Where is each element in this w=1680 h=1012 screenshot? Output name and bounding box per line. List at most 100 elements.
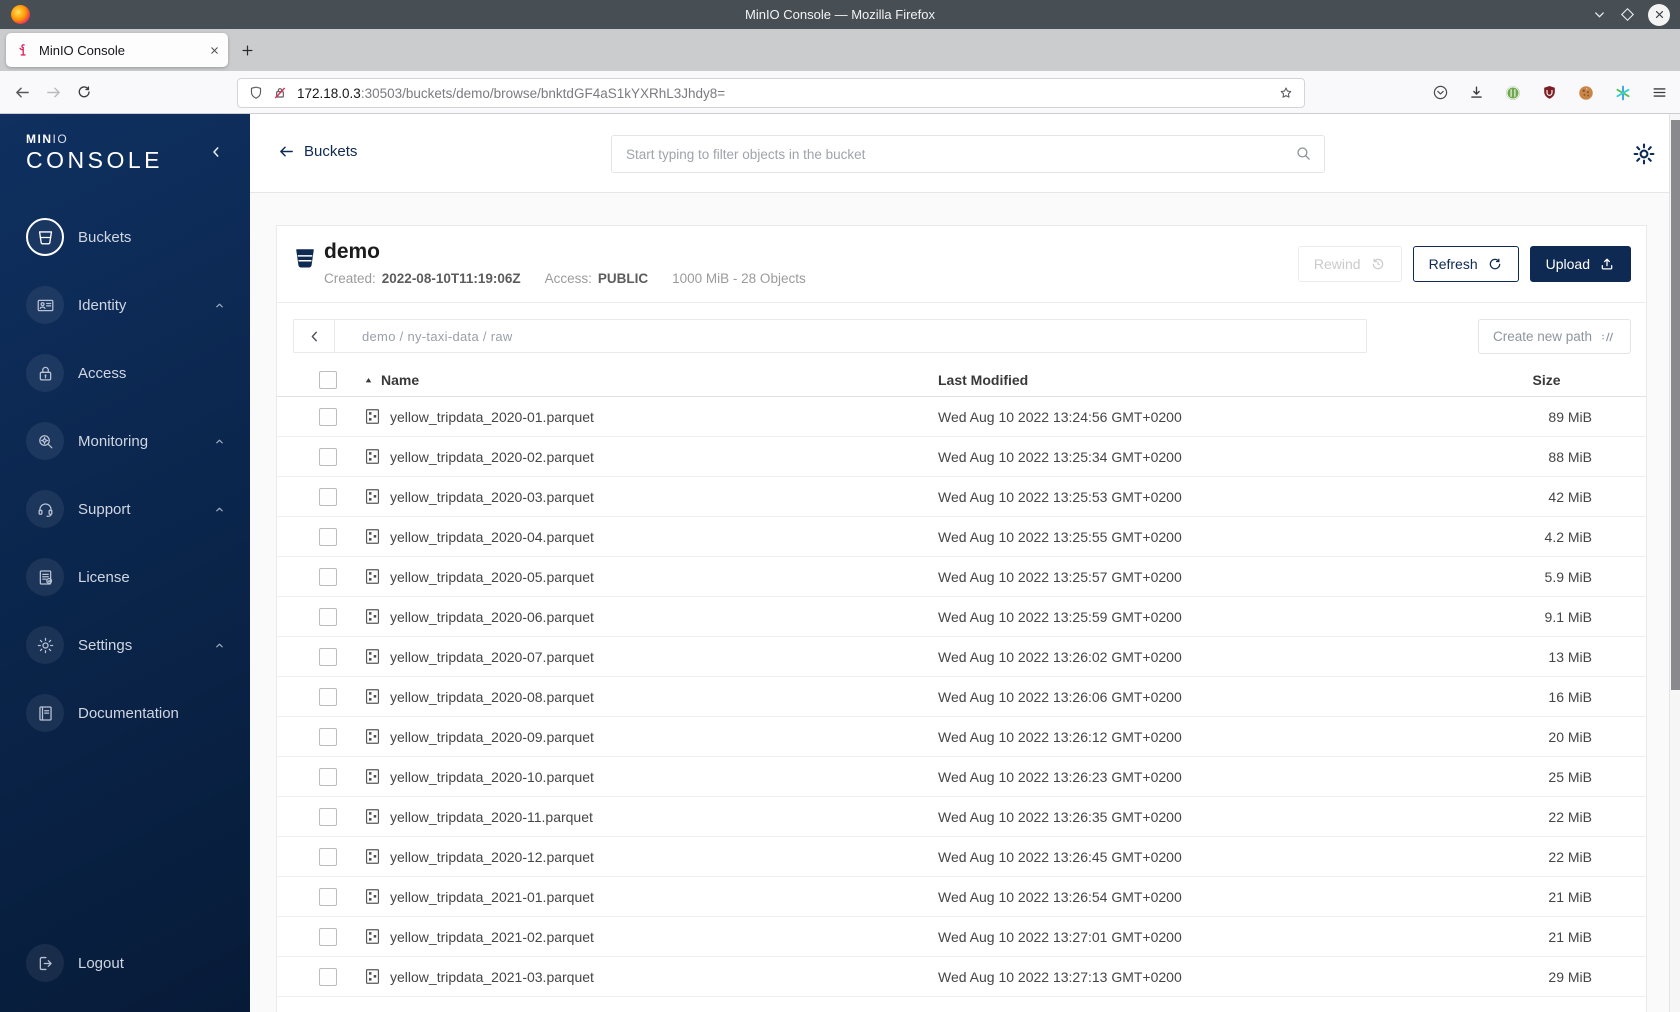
download-icon[interactable] — [1468, 84, 1485, 101]
chevron-up-icon[interactable] — [213, 503, 226, 516]
object-name-cell[interactable]: yellow_tripdata_2020-07.parquet — [363, 647, 914, 666]
table-row[interactable]: yellow_tripdata_2021-03.parquet Wed Aug … — [277, 957, 1646, 997]
extension-asterisk-icon[interactable] — [1614, 84, 1632, 102]
minimize-icon[interactable] — [1592, 7, 1607, 22]
upload-button[interactable]: Upload — [1529, 246, 1631, 282]
sidebar-item[interactable]: Support — [0, 490, 250, 528]
row-checkbox[interactable] — [319, 447, 337, 466]
table-row[interactable]: yellow_tripdata_2021-01.parquet Wed Aug … — [277, 877, 1646, 917]
object-name-cell[interactable]: yellow_tripdata_2020-04.parquet — [363, 527, 914, 546]
rewind-button[interactable]: Rewind — [1297, 246, 1402, 282]
table-row[interactable]: yellow_tripdata_2020-11.parquet Wed Aug … — [277, 797, 1646, 837]
column-header-size[interactable]: Size — [1501, 372, 1592, 388]
object-name-cell[interactable]: yellow_tripdata_2020-03.parquet — [363, 487, 914, 506]
object-name-cell[interactable]: yellow_tripdata_2021-03.parquet — [363, 967, 914, 986]
sidebar: MINIO CONSOLE Buckets Identity Access Mo… — [0, 114, 250, 1012]
chevron-up-icon[interactable] — [213, 435, 226, 448]
row-checkbox[interactable] — [319, 767, 337, 786]
table-header: Name Last Modified Size — [277, 364, 1646, 397]
table-row[interactable]: yellow_tripdata_2020-06.parquet Wed Aug … — [277, 597, 1646, 637]
sidebar-collapse-icon[interactable] — [208, 144, 224, 160]
table-row[interactable]: yellow_tripdata_2020-08.parquet Wed Aug … — [277, 677, 1646, 717]
chevron-up-icon[interactable] — [213, 639, 226, 652]
table-row[interactable]: yellow_tripdata_2020-05.parquet Wed Aug … — [277, 557, 1646, 597]
insecure-lock-icon[interactable] — [272, 85, 288, 101]
create-new-path-button[interactable]: Create new path — [1478, 319, 1631, 354]
window-title: MinIO Console — Mozilla Firefox — [745, 7, 935, 22]
object-name-cell[interactable]: yellow_tripdata_2021-02.parquet — [363, 927, 914, 946]
browser-tab[interactable]: MinIO Console — [6, 33, 228, 67]
object-name-cell[interactable]: yellow_tripdata_2020-09.parquet — [363, 727, 914, 746]
sidebar-item[interactable]: Identity — [0, 286, 250, 324]
row-checkbox[interactable] — [319, 927, 337, 946]
cookie-icon[interactable] — [1577, 84, 1595, 102]
chevron-up-icon[interactable] — [213, 299, 226, 312]
row-checkbox[interactable] — [319, 887, 337, 906]
privacy-badger-icon[interactable] — [1504, 84, 1522, 102]
monitoring-icon — [36, 432, 55, 451]
filter-objects-input[interactable] — [611, 135, 1325, 173]
object-name-cell[interactable]: yellow_tripdata_2020-06.parquet — [363, 607, 914, 626]
row-checkbox[interactable] — [319, 687, 337, 706]
object-name-cell[interactable]: yellow_tripdata_2020-08.parquet — [363, 687, 914, 706]
object-name-cell[interactable]: yellow_tripdata_2020-10.parquet — [363, 767, 914, 786]
table-row[interactable]: yellow_tripdata_2020-01.parquet Wed Aug … — [277, 397, 1646, 437]
object-name-cell[interactable]: yellow_tripdata_2020-05.parquet — [363, 567, 914, 586]
menu-icon[interactable] — [1651, 84, 1668, 101]
table-row[interactable]: yellow_tripdata_2020-10.parquet Wed Aug … — [277, 757, 1646, 797]
row-checkbox[interactable] — [319, 527, 337, 546]
sidebar-item[interactable]: License — [0, 558, 250, 596]
refresh-button[interactable]: Refresh — [1412, 246, 1519, 282]
object-name-cell[interactable]: yellow_tripdata_2020-11.parquet — [363, 807, 914, 826]
select-all-checkbox[interactable] — [319, 371, 337, 389]
row-checkbox[interactable] — [319, 727, 337, 746]
object-name-cell[interactable]: yellow_tripdata_2020-02.parquet — [363, 447, 914, 466]
table-row[interactable]: yellow_tripdata_2020-04.parquet Wed Aug … — [277, 517, 1646, 557]
table-row[interactable]: yellow_tripdata_2020-07.parquet Wed Aug … — [277, 637, 1646, 677]
table-row[interactable]: yellow_tripdata_2020-12.parquet Wed Aug … — [277, 837, 1646, 877]
row-checkbox[interactable] — [319, 607, 337, 626]
table-row[interactable]: yellow_tripdata_2020-02.parquet Wed Aug … — [277, 437, 1646, 477]
sidebar-item-logout[interactable]: Logout — [0, 944, 124, 982]
tab-close-icon[interactable] — [209, 45, 220, 56]
url-bar[interactable]: 172.18.0.3:30503/buckets/demo/browse/bnk… — [237, 78, 1305, 108]
breadcrumb-path[interactable]: demo / ny-taxi-data / raw — [362, 329, 513, 344]
row-checkbox[interactable] — [319, 647, 337, 666]
row-checkbox[interactable] — [319, 487, 337, 506]
column-header-modified[interactable]: Last Modified — [938, 372, 1477, 388]
back-to-buckets-link[interactable]: Buckets — [278, 143, 357, 160]
table-row[interactable]: yellow_tripdata_2020-03.parquet Wed Aug … — [277, 477, 1646, 517]
row-checkbox[interactable] — [319, 847, 337, 866]
breadcrumb-back-icon[interactable] — [294, 320, 335, 352]
pocket-icon[interactable] — [1432, 84, 1449, 101]
url-text: 172.18.0.3:30503/buckets/demo/browse/bnk… — [297, 85, 726, 101]
sidebar-item[interactable]: Settings — [0, 626, 250, 664]
row-checkbox[interactable] — [319, 967, 337, 986]
back-icon[interactable] — [14, 84, 31, 101]
tracking-shield-icon[interactable] — [248, 85, 264, 101]
page-scrollbar[interactable] — [1669, 114, 1680, 1012]
row-checkbox[interactable] — [319, 567, 337, 586]
object-name-cell[interactable]: yellow_tripdata_2021-01.parquet — [363, 887, 914, 906]
sidebar-item[interactable]: Documentation — [0, 694, 250, 732]
table-row[interactable]: yellow_tripdata_2021-02.parquet Wed Aug … — [277, 917, 1646, 957]
sidebar-item[interactable]: Buckets — [0, 218, 250, 256]
column-header-name[interactable]: Name — [363, 372, 914, 388]
settings-gear-icon[interactable] — [1632, 142, 1656, 166]
license-icon — [36, 568, 55, 587]
sidebar-item[interactable]: Access — [0, 354, 250, 392]
row-checkbox[interactable] — [319, 807, 337, 826]
object-name-cell[interactable]: yellow_tripdata_2020-12.parquet — [363, 847, 914, 866]
object-name-cell[interactable]: yellow_tripdata_2020-01.parquet — [363, 407, 914, 426]
close-icon[interactable] — [1648, 3, 1670, 26]
scrollbar-thumb[interactable] — [1671, 120, 1680, 690]
new-tab-icon[interactable] — [240, 43, 255, 58]
maximize-icon[interactable] — [1620, 7, 1635, 22]
table-row[interactable]: yellow_tripdata_2020-09.parquet Wed Aug … — [277, 717, 1646, 757]
forward-icon[interactable] — [45, 84, 62, 101]
bookmark-star-icon[interactable] — [1278, 85, 1294, 101]
sidebar-item[interactable]: Monitoring — [0, 422, 250, 460]
ublock-icon[interactable] — [1541, 84, 1558, 101]
row-checkbox[interactable] — [319, 407, 337, 426]
reload-icon[interactable] — [76, 84, 92, 100]
